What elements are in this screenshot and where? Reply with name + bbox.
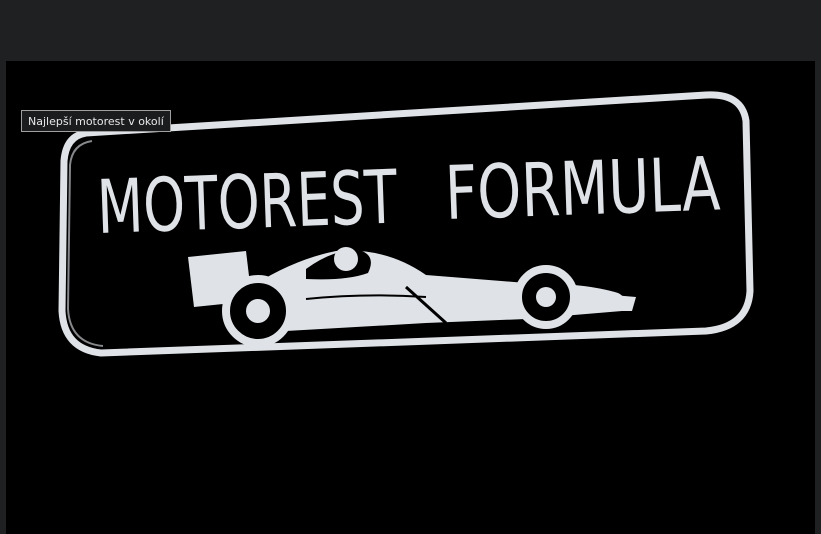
logo-word-motorest: MOTOREST [96, 155, 399, 251]
tooltip: Najlepší motorest v okolí [21, 110, 171, 132]
formula-car-icon [188, 247, 636, 347]
logo-word-formula: FORMULA [444, 141, 722, 237]
top-bar [0, 0, 821, 61]
